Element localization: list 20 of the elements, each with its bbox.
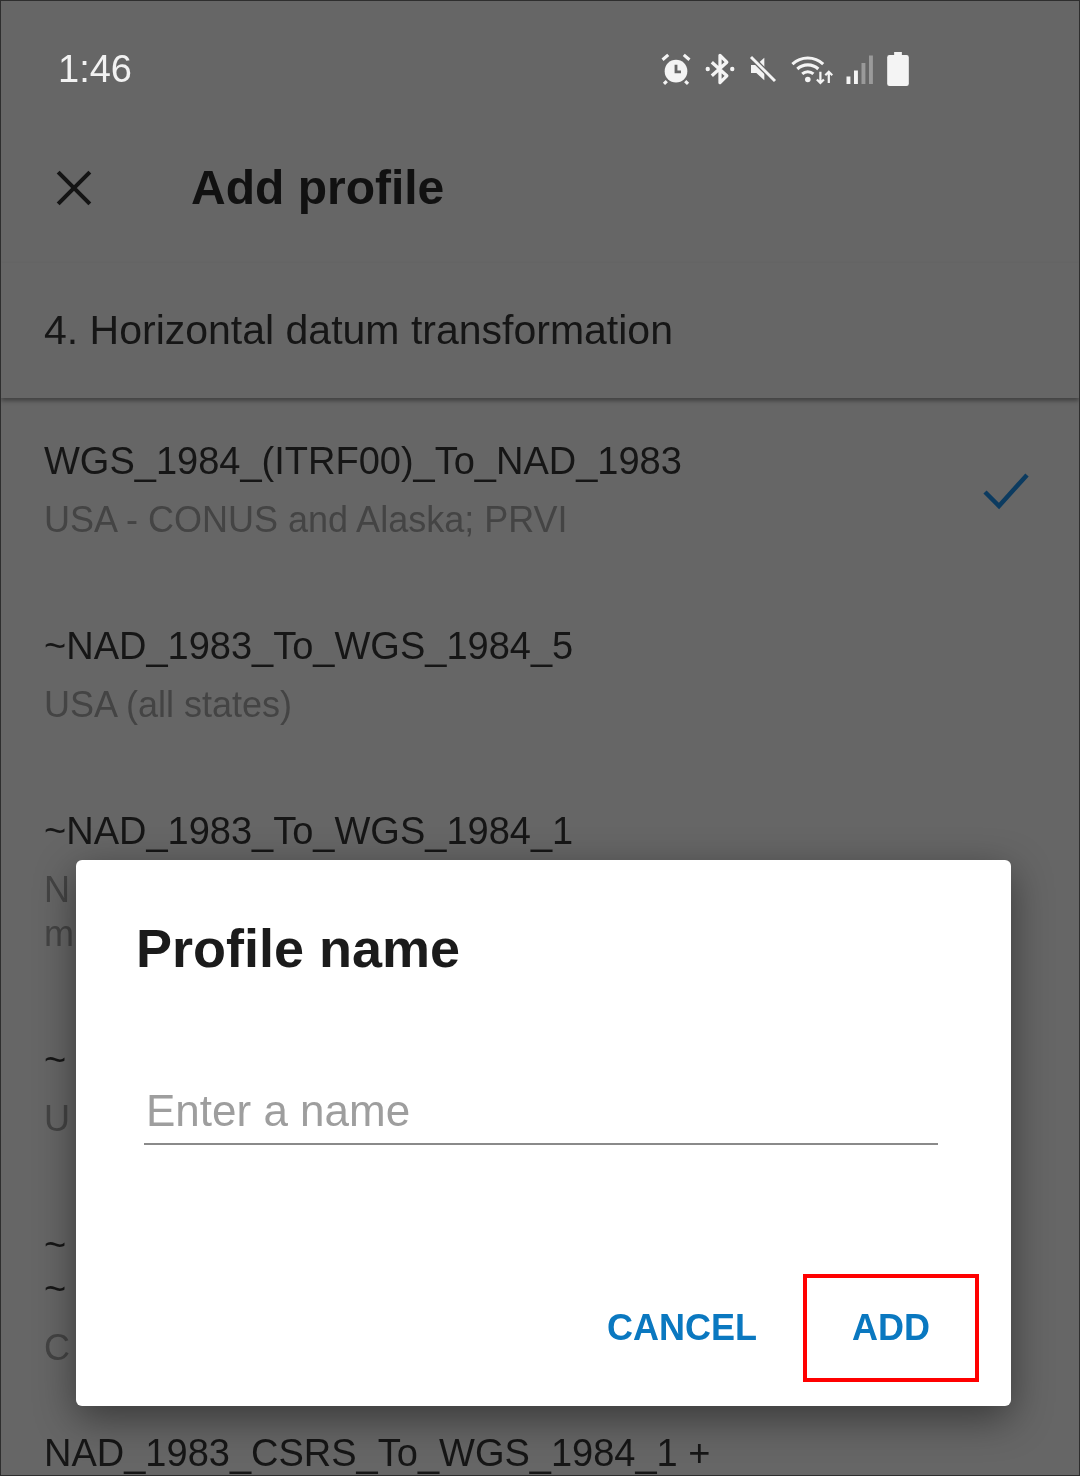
cancel-button[interactable]: CANCEL xyxy=(579,1274,785,1382)
dialog-title: Profile name xyxy=(136,917,461,980)
alarm-icon xyxy=(659,52,693,86)
status-time: 1:46 xyxy=(58,50,132,88)
item-title: ~ xyxy=(44,1038,67,1082)
item-title: ~ xyxy=(44,1223,67,1267)
signal-icon xyxy=(845,54,875,84)
item-title: ~NAD_1983_To_WGS_1984_5 xyxy=(44,624,574,668)
page-title: Add profile xyxy=(191,160,445,217)
battery-icon xyxy=(887,52,909,86)
name-field[interactable]: Enter a name xyxy=(144,1079,938,1145)
item-title: NAD_1983_CSRS_To_WGS_1984_1 + xyxy=(44,1431,711,1475)
section-header: 4. Horizontal datum transformation xyxy=(1,263,1079,398)
close-button[interactable] xyxy=(55,169,93,207)
item-title: ~ xyxy=(44,1267,67,1311)
bluetooth-icon xyxy=(705,52,735,86)
close-icon xyxy=(55,169,93,207)
add-button[interactable]: ADD xyxy=(803,1274,979,1382)
list-item[interactable]: NAD_1983_CSRS_To_WGS_1984_1 + xyxy=(1,1411,1079,1475)
item-title: WGS_1984_(ITRF00)_To_NAD_1983 xyxy=(44,439,682,483)
